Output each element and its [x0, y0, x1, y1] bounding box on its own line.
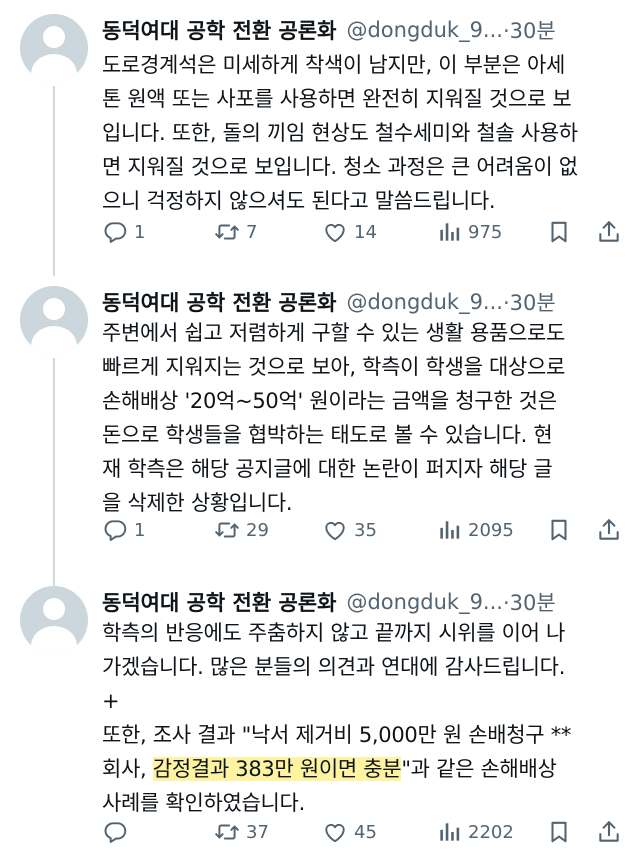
like-button[interactable]: 14 — [322, 216, 377, 248]
action-bar: 1 7 14 975 — [102, 216, 632, 248]
like-count: 35 — [354, 519, 377, 541]
reply-icon — [102, 219, 128, 245]
reply-button[interactable]: 1 — [102, 514, 145, 546]
retweet-count: 7 — [246, 221, 258, 243]
highlighted-text: 감정결과 383만 원이면 충분 — [152, 757, 402, 781]
share-button[interactable] — [596, 514, 622, 546]
tweet-text: 도로경계석은 미세하게 착색이 남지만, 이 부분은 아세 톤 원액 또는 사포… — [102, 48, 622, 218]
bookmark-icon — [546, 517, 572, 543]
author-name[interactable]: 동덕여대 공학 전환 공론화 — [102, 587, 336, 617]
tweet-line: 사례를 확인하였습니다. — [102, 791, 305, 815]
reply-icon — [102, 819, 128, 845]
share-icon — [596, 219, 622, 245]
bookmark-icon — [546, 819, 572, 845]
retweet-button[interactable]: 37 — [214, 816, 269, 848]
retweet-icon — [214, 219, 240, 245]
tweet-line: 돈으로 학생들을 협박하는 태도로 볼 수 있습니다. 현 — [102, 423, 553, 447]
tweet-line: 또한, 조사 결과 "낙서 제거비 5,000만 원 손배청구 ** — [102, 723, 572, 747]
like-icon — [322, 517, 348, 543]
thread-line — [53, 358, 55, 586]
reply-count: 1 — [134, 221, 146, 243]
thread-line — [53, 86, 55, 276]
bookmark-button[interactable] — [546, 216, 572, 248]
action-bar: 1 29 35 2095 — [102, 514, 632, 546]
avatar[interactable] — [20, 286, 88, 354]
timestamp[interactable]: ·30분 — [503, 15, 556, 45]
author-name[interactable]: 동덕여대 공학 전환 공론화 — [102, 15, 336, 45]
tweet-line: 학측의 반응에도 주춤하지 않고 끝까지 시위를 이어 나 — [102, 621, 566, 645]
views-icon — [436, 819, 462, 845]
reply-count: 1 — [134, 519, 146, 541]
avatar[interactable] — [20, 14, 88, 82]
tweet-line: 톤 원액 또는 사포를 사용하면 완전히 지워질 것으로 보 — [102, 87, 572, 111]
tweet-header: 동덕여대 공학 전환 공론화 @dongduk_9... ·30분 — [102, 14, 556, 46]
author-handle[interactable]: @dongduk_9... — [346, 590, 503, 614]
timestamp[interactable]: ·30분 — [503, 287, 556, 317]
like-button[interactable]: 35 — [322, 514, 377, 546]
views-icon — [436, 219, 462, 245]
tweet[interactable]: 동덕여대 공학 전환 공론화 @dongduk_9... ·30분 주변에서 쉽… — [0, 284, 640, 586]
tweet-header: 동덕여대 공학 전환 공론화 @dongduk_9... ·30분 — [102, 286, 556, 318]
tweet-line: + — [102, 689, 120, 713]
action-bar: 37 45 2202 — [102, 816, 632, 848]
views-button[interactable]: 2095 — [436, 514, 514, 546]
retweet-button[interactable]: 29 — [214, 514, 269, 546]
retweet-icon — [214, 819, 240, 845]
retweet-icon — [214, 517, 240, 543]
tweet-line: 가겠습니다. 많은 분들의 의견과 연대에 감사드립니다. — [102, 655, 566, 679]
share-icon — [596, 819, 622, 845]
tweet-line: 손해배상 '20억~50억' 원이라는 금액을 청구한 것은 — [102, 389, 557, 413]
like-icon — [322, 819, 348, 845]
tweet-line: 재 학측은 해당 공지글에 대한 논란이 퍼지자 해당 글 — [102, 457, 553, 481]
like-count: 14 — [354, 221, 377, 243]
author-name[interactable]: 동덕여대 공학 전환 공론화 — [102, 287, 336, 317]
share-button[interactable] — [596, 816, 622, 848]
views-count: 2202 — [468, 821, 514, 843]
retweet-count: 29 — [246, 519, 269, 541]
views-count: 2095 — [468, 519, 514, 541]
tweet-text: 학측의 반응에도 주춤하지 않고 끝까지 시위를 이어 나 가겠습니다. 많은 … — [102, 616, 622, 820]
reply-button[interactable]: 1 — [102, 216, 145, 248]
bookmark-button[interactable] — [546, 514, 572, 546]
bookmark-icon — [546, 219, 572, 245]
like-icon — [322, 219, 348, 245]
bookmark-button[interactable] — [546, 816, 572, 848]
like-count: 45 — [354, 821, 377, 843]
views-button[interactable]: 975 — [436, 216, 502, 248]
tweet[interactable]: 동덕여대 공학 전환 공론화 @dongduk_9... ·30분 도로경계석은… — [0, 12, 640, 276]
tweet-line: 도로경계석은 미세하게 착색이 남지만, 이 부분은 아세 — [102, 53, 566, 77]
tweet-line: 으니 걱정하지 않으셔도 된다고 말씀드립니다. — [102, 189, 496, 213]
retweet-count: 37 — [246, 821, 269, 843]
timestamp[interactable]: ·30분 — [503, 587, 556, 617]
reply-button[interactable] — [102, 816, 134, 848]
avatar[interactable] — [20, 586, 88, 654]
views-count: 975 — [468, 221, 503, 243]
views-icon — [436, 517, 462, 543]
like-button[interactable]: 45 — [322, 816, 377, 848]
tweet-line: 회사, 감정결과 383만 원이면 충분"과 같은 손해배상 — [102, 752, 622, 786]
line-text: "과 같은 손해배상 — [401, 757, 557, 781]
tweet[interactable]: 동덕여대 공학 전환 공론화 @dongduk_9... ·30분 학측의 반응… — [0, 584, 640, 850]
tweet-text: 주변에서 쉽고 저렴하게 구할 수 있는 생활 용품으로도 빠르게 지워지는 것… — [102, 316, 622, 520]
tweet-line: 입니다. 또한, 돌의 끼임 현상도 철수세미와 철솔 사용하 — [102, 121, 578, 145]
author-handle[interactable]: @dongduk_9... — [346, 290, 503, 314]
line-text: 회사, — [102, 757, 153, 781]
retweet-button[interactable]: 7 — [214, 216, 257, 248]
tweet-line: 면 지워질 것으로 보입니다. 청소 과정은 큰 어려움이 없 — [102, 155, 578, 179]
share-button[interactable] — [596, 216, 622, 248]
author-handle[interactable]: @dongduk_9... — [346, 18, 503, 42]
tweet-line: 주변에서 쉽고 저렴하게 구할 수 있는 생활 용품으로도 — [102, 321, 566, 345]
reply-icon — [102, 517, 128, 543]
tweet-line: 빠르게 지워지는 것으로 보아, 학측이 학생을 대상으로 — [102, 355, 566, 379]
views-button[interactable]: 2202 — [436, 816, 514, 848]
tweet-header: 동덕여대 공학 전환 공론화 @dongduk_9... ·30분 — [102, 586, 556, 618]
share-icon — [596, 517, 622, 543]
